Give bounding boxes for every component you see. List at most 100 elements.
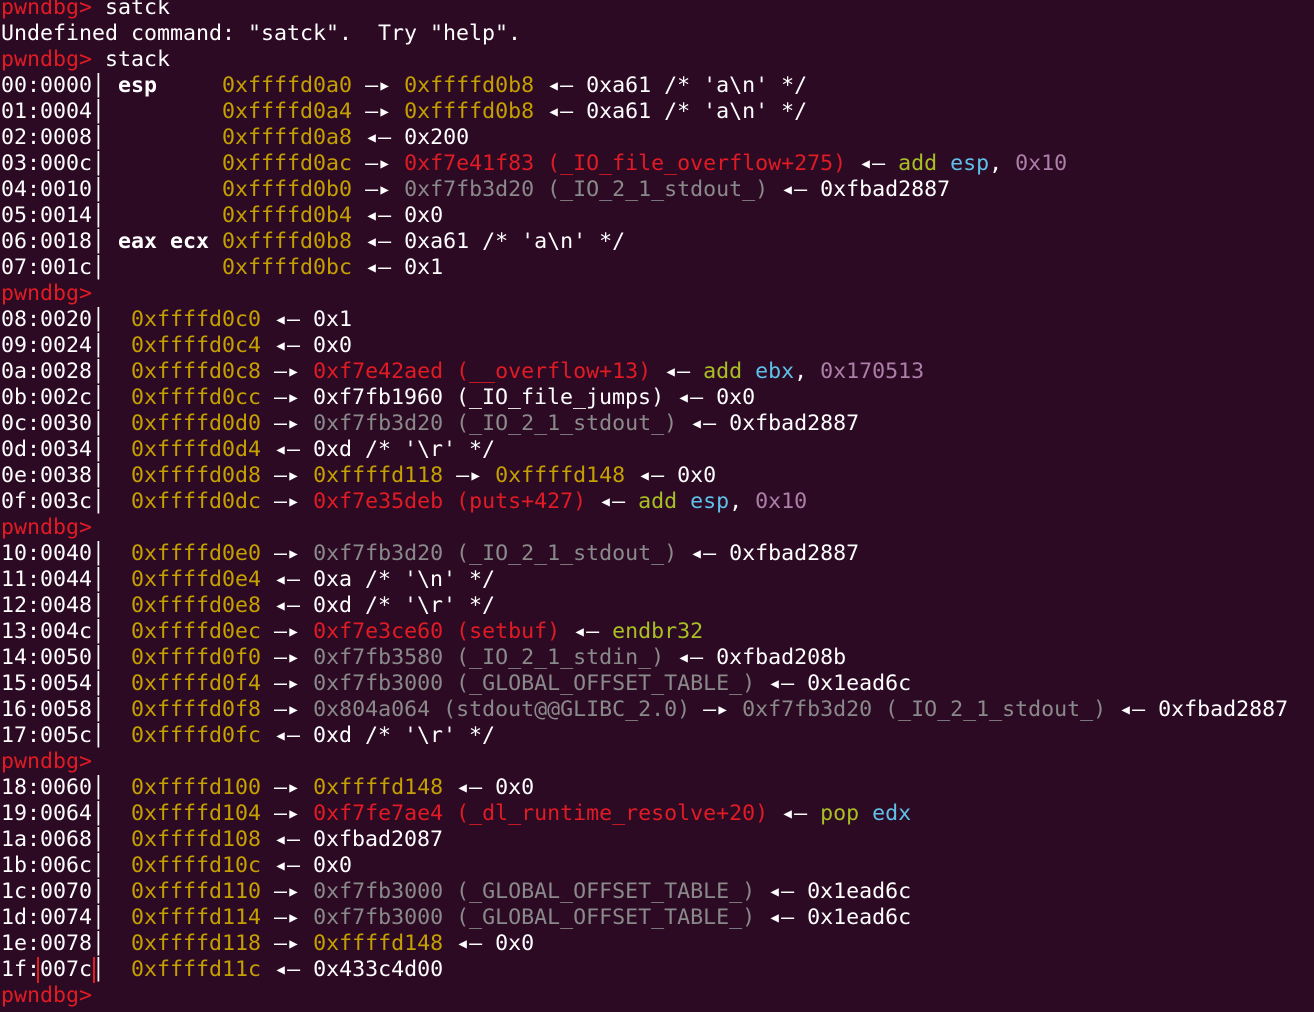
line-segment: │ [92, 385, 132, 410]
line-segment: ◂— [586, 489, 639, 514]
line-segment: —▸ [443, 463, 496, 488]
terminal-window[interactable]: pwndbg> satck Undefined command: "satck".… [0, 0, 1314, 1012]
line-segment: 17:005c [1, 723, 93, 748]
line-segment: ◂— [846, 151, 899, 176]
line-segment: 0xffffd118 [131, 931, 262, 956]
line-segment: 0xffffd0a8 [222, 125, 353, 150]
line-segment: ◂— 0xfbad2887 [677, 411, 860, 436]
line-segment: esp [950, 151, 990, 176]
stack-line: 1a:0068│ 0xffffd108 ◂— 0xfbad2087 [0, 827, 1288, 853]
line-segment: ◂— 0x0 [352, 203, 444, 228]
line-segment: pop [820, 801, 873, 826]
line-segment: 0xffffd0e8 [131, 593, 262, 618]
line-segment: —▸ [352, 177, 405, 202]
line-segment: 0xf7fb3d20 (_IO_2_1_stdout_) [404, 177, 769, 202]
line-segment: 18:0060 [1, 775, 93, 800]
line-segment: │ [92, 775, 132, 800]
line-segment: 0xf7fb3d20 (_IO_2_1_stdout_) [313, 541, 678, 566]
stack-line: 0a:0028│ 0xffffd0c8 —▸ 0xf7e42aed (__ove… [0, 359, 1288, 385]
stack-line: Undefined command: "satck". Try "help". [0, 21, 1288, 47]
line-segment: ◂— 0x0 [443, 931, 535, 956]
line-segment: —▸ [261, 801, 314, 826]
line-segment: ◂— 0x1ead6c [755, 879, 912, 904]
line-segment: 1b:006c [1, 853, 93, 878]
prompt-label: pwndbg> [1, 47, 106, 72]
line-segment: ◂— 0xfbad208b [664, 645, 847, 670]
line-segment: 1d:0074 [1, 905, 93, 930]
prompt-label: pwndbg> [1, 515, 106, 540]
line-segment: 1a:0068 [1, 827, 93, 852]
stack-line: 10:0040│ 0xffffd0e0 —▸ 0xf7fb3d20 (_IO_2… [0, 541, 1288, 567]
line-segment: │ [92, 853, 132, 878]
line-segment: 0xf7fb3000 (_GLOBAL_OFFSET_TABLE_) [313, 879, 756, 904]
line-segment: │ [92, 307, 132, 332]
line-segment: —▸ [261, 411, 314, 436]
stack-line: 0e:0038│ 0xffffd0d8 —▸ 0xffffd118 —▸ 0xf… [0, 463, 1288, 489]
line-segment: 0a:0028 [1, 359, 93, 384]
line-segment: 15:0054 [1, 671, 93, 696]
line-segment: add [898, 151, 951, 176]
line-segment: 0xffffd110 [131, 879, 262, 904]
stack-line: 17:005c│ 0xffffd0fc ◂— 0xd /* '\r' */ [0, 723, 1288, 749]
stack-line: 15:0054│ 0xffffd0f4 —▸ 0xf7fb3000 (_GLOB… [0, 671, 1288, 697]
stack-line: 19:0064│ 0xffffd104 —▸ 0xf7fe7ae4 (_dl_r… [0, 801, 1288, 827]
line-segment: │ [92, 697, 132, 722]
line-segment: ◂— [651, 359, 704, 384]
line-segment: 13:004c [1, 619, 93, 644]
line-segment: 11:0044 [1, 567, 93, 592]
line-segment: 0xf7e3ce60 (setbuf) [313, 619, 561, 644]
line-segment: 0xffffd0f0 [131, 645, 262, 670]
line-segment: , [729, 489, 756, 514]
line-segment [118, 177, 222, 202]
line-segment: │ [92, 177, 119, 202]
line-segment: │ [92, 931, 132, 956]
line-segment: ebx [755, 359, 795, 384]
line-segment: 0xffffd0b4 [222, 203, 353, 228]
line-segment: 09:0024 [1, 333, 93, 358]
line-segment: 19:0064 [1, 801, 93, 826]
line-segment: 06:0018 [1, 229, 93, 254]
line-segment: 0xffffd11c [131, 957, 262, 982]
line-segment: 0xffffd148 [495, 463, 626, 488]
line-segment: ◂— 0x1 [352, 255, 444, 280]
line-segment: 02:0008 [1, 125, 93, 150]
line-segment: 14:0050 [1, 645, 93, 670]
line-segment: │ [92, 879, 132, 904]
line-segment: —▸ [352, 151, 405, 176]
stack-line: 16:0058│ 0xffffd0f8 —▸ 0x804a064 (stdout… [0, 697, 1288, 723]
prompt-line: pwndbg> [0, 281, 1288, 307]
line-segment: —▸ [261, 931, 314, 956]
line-segment: 07:001c [1, 255, 93, 280]
stack-line: 09:0024│ 0xffffd0c4 ◂— 0x0 [0, 333, 1288, 359]
line-segment: 0xffffd114 [131, 905, 262, 930]
line-segment: 0xf7fb3000 (_GLOBAL_OFFSET_TABLE_) [313, 671, 756, 696]
line-segment: 0xffffd0b8 [222, 229, 353, 254]
line-segment: 00:0000 [1, 73, 93, 98]
line-segment: 0xffffd0b8 [404, 99, 535, 124]
stack-line: 14:0050│ 0xffffd0f0 —▸ 0xf7fb3580 (_IO_2… [0, 645, 1288, 671]
stack-line: 08:0020│ 0xffffd0c0 ◂— 0x1 [0, 307, 1288, 333]
line-segment: │ [92, 671, 132, 696]
line-segment: ◂— 0x433c4d00 [261, 957, 444, 982]
line-segment: 0xf7fe7ae4 (_dl_runtime_resolve+20) [313, 801, 769, 826]
line-segment: , [794, 359, 821, 384]
line-segment: 0xffffd10c [131, 853, 262, 878]
line-segment: —▸ [690, 697, 743, 722]
stack-line: 12:0048│ 0xffffd0e8 ◂— 0xd /* '\r' */ [0, 593, 1288, 619]
line-segment: ◂— 0xfbad2087 [261, 827, 444, 852]
line-segment: 0xffffd0e4 [131, 567, 262, 592]
line-segment: ◂— 0x200 [352, 125, 470, 150]
line-segment: 0f:003c [1, 489, 93, 514]
line-segment: —▸ [261, 671, 314, 696]
line-segment: 0xffffd0f4 [131, 671, 262, 696]
line-segment: 0xf7fb3580 (_IO_2_1_stdin_) [313, 645, 665, 670]
line-segment: 1e:0078 [1, 931, 93, 956]
line-segment [118, 125, 222, 150]
line-segment: ◂— 0xa61 /* 'a\n' */ [534, 99, 808, 124]
line-segment: 0xffffd0c0 [131, 307, 262, 332]
line-segment: │ [92, 203, 119, 228]
line-segment: 0xf7e42aed (__overflow+13) [313, 359, 652, 384]
line-segment: eax ecx [118, 229, 223, 254]
line-segment: 0xffffd0b8 [404, 73, 535, 98]
line-segment: ◂— 0xd /* '\r' */ [261, 593, 496, 618]
